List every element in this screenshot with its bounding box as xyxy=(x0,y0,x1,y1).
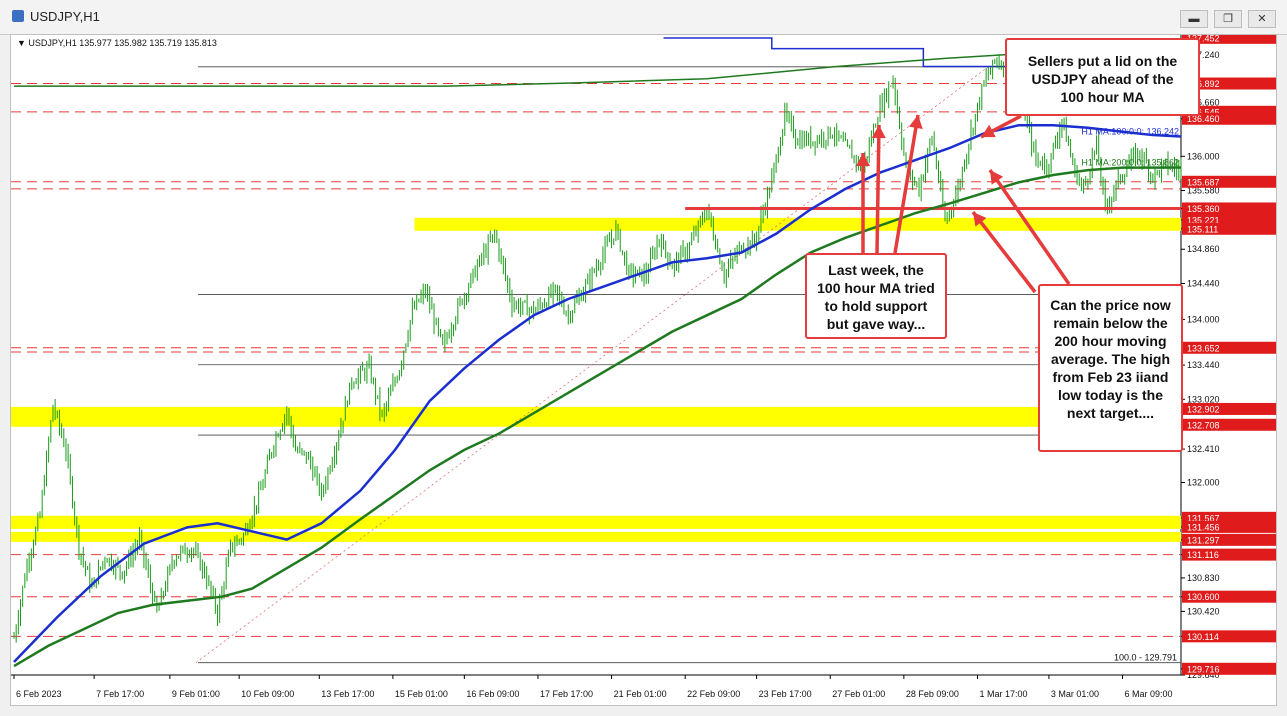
time-tick-label: 21 Feb 01:00 xyxy=(614,689,667,699)
time-tick-label: 10 Feb 09:00 xyxy=(241,689,294,699)
symbol-ohlc-info: ▼ USDJPY,H1 135.977 135.982 135.719 135.… xyxy=(17,38,217,48)
annotation-sellers-lid: Sellers put a lid on the USDJPY ahead of… xyxy=(1005,38,1200,116)
price-label-text: 129.716 xyxy=(1187,664,1220,674)
price-label-text: 131.297 xyxy=(1187,535,1220,545)
time-tick-label: 16 Feb 09:00 xyxy=(466,689,519,699)
price-tick-label: 132.410 xyxy=(1187,444,1220,454)
window-title: USDJPY,H1 xyxy=(30,9,100,24)
time-tick-label: 3 Mar 01:00 xyxy=(1051,689,1099,699)
time-tick-label: 22 Feb 09:00 xyxy=(687,689,740,699)
annotation-arrowhead xyxy=(908,115,923,129)
price-tick-label: 134.860 xyxy=(1187,244,1220,254)
support-zone xyxy=(11,531,1181,542)
price-label-text: 131.116 xyxy=(1187,550,1219,560)
price-label-text: 135.687 xyxy=(1187,177,1220,187)
chart-area[interactable]: H1 MA:100:0:0: 136.242 H1 MA:200:0:0: 135… xyxy=(10,34,1277,706)
price-axis-panel xyxy=(1181,35,1276,705)
annotation-sellers-lid-text: Sellers put a lid on the USDJPY ahead of… xyxy=(1027,53,1178,105)
time-tick-label: 23 Feb 17:00 xyxy=(759,689,812,699)
price-label-text: 132.708 xyxy=(1187,420,1220,430)
price-label-text: 130.114 xyxy=(1187,632,1219,642)
price-tick-label: 133.440 xyxy=(1187,360,1220,370)
time-tick-label: 28 Feb 09:00 xyxy=(906,689,959,699)
price-tick-label: 134.000 xyxy=(1187,314,1220,324)
chart-window-icon xyxy=(12,10,24,22)
annotation-200-hour-ma: Can the price now remain below the 200 h… xyxy=(1038,284,1183,452)
annotation-200-hour-ma-text: Can the price now remain below the 200 h… xyxy=(1050,297,1171,421)
minimize-button[interactable]: ▬ xyxy=(1180,10,1208,28)
restore-button[interactable]: ❐ xyxy=(1214,10,1242,28)
annotation-arrow xyxy=(875,124,881,254)
price-tick-label: 136.000 xyxy=(1187,151,1220,161)
support-zone xyxy=(11,406,1181,427)
price-label-text: 132.902 xyxy=(1187,404,1220,414)
annotation-100-hour-ma: Last week, the 100 hour MA tried to hold… xyxy=(805,253,947,339)
time-tick-label: 6 Mar 09:00 xyxy=(1125,689,1173,699)
price-label-text: 133.652 xyxy=(1187,343,1220,353)
price-tick-label: 132.000 xyxy=(1187,478,1220,488)
close-button[interactable]: ✕ xyxy=(1248,10,1276,28)
price-label-text: 131.456 xyxy=(1187,522,1220,532)
price-tick-label: 130.420 xyxy=(1187,606,1220,616)
fibonacci-label: 100.0 - 129.791 xyxy=(1114,653,1177,663)
price-tick-label: 133.020 xyxy=(1187,394,1220,404)
time-tick-label: 13 Feb 17:00 xyxy=(321,689,374,699)
time-tick-label: 17 Feb 17:00 xyxy=(540,689,593,699)
price-tick-label: 130.830 xyxy=(1187,573,1220,583)
price-label-text: 130.600 xyxy=(1187,592,1220,602)
window-titlebar: USDJPY,H1 ▬ ❐ ✕ xyxy=(0,0,1287,35)
ma200-label: H1 MA:200:0:0: 135.862 xyxy=(1081,158,1179,168)
time-tick-label: 9 Feb 01:00 xyxy=(172,689,220,699)
time-tick-label: 15 Feb 01:00 xyxy=(395,689,448,699)
price-label-text: 135.111 xyxy=(1187,224,1218,234)
ma100-line xyxy=(13,124,1182,663)
annotation-100-hour-ma-text: Last week, the 100 hour MA tried to hold… xyxy=(817,262,935,332)
price-label-text: 135.360 xyxy=(1187,204,1220,214)
ma100-label: H1 MA:100:0:0: 136.242 xyxy=(1081,127,1179,137)
time-tick-label: 1 Mar 17:00 xyxy=(979,689,1027,699)
price-tick-label: 134.440 xyxy=(1187,279,1220,289)
time-tick-label: 27 Feb 01:00 xyxy=(832,689,885,699)
time-tick-label: 7 Feb 17:00 xyxy=(96,689,144,699)
time-tick-label: 6 Feb 2023 xyxy=(16,689,62,699)
